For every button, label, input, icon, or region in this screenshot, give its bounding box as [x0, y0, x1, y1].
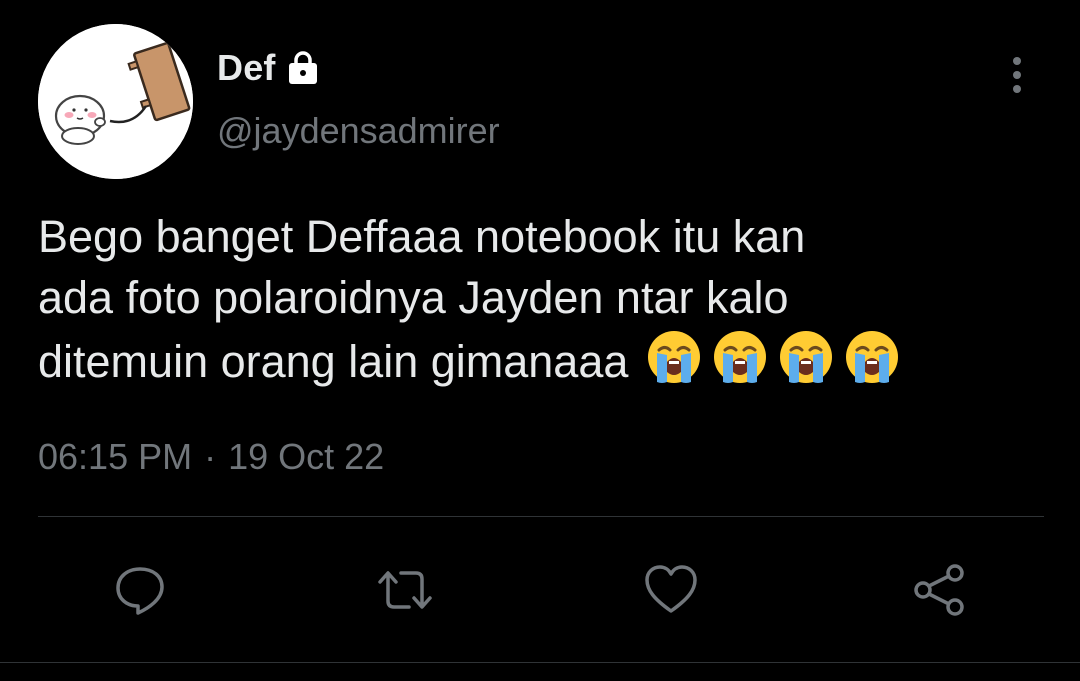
like-icon	[645, 565, 697, 613]
share-button[interactable]	[909, 560, 969, 620]
avatar[interactable]	[38, 24, 193, 179]
user-handle[interactable]: @jaydensadmirer	[217, 110, 500, 152]
like-button[interactable]	[641, 560, 701, 620]
more-vertical-icon[interactable]	[1002, 54, 1032, 96]
retweet-button[interactable]	[375, 560, 435, 620]
divider	[38, 516, 1044, 517]
tweet-timestamp: 06:15 PM · 19 Oct 22	[38, 436, 384, 478]
retweet-icon	[378, 571, 432, 609]
reply-icon	[116, 567, 164, 615]
avatar-illustration	[38, 24, 193, 179]
reply-button[interactable]	[110, 560, 170, 620]
meta-separator: ·	[204, 436, 217, 477]
emoji-group	[645, 328, 901, 386]
loudly-crying-face-icon	[777, 328, 835, 386]
share-icon	[914, 564, 964, 616]
tweet-date[interactable]: 19 Oct 22	[228, 436, 384, 478]
user-header: Def	[217, 44, 322, 92]
loudly-crying-face-icon	[711, 328, 769, 386]
display-name[interactable]: Def	[217, 47, 276, 89]
lock-icon	[284, 49, 322, 87]
tweet-time[interactable]: 06:15 PM	[38, 436, 192, 478]
divider-bottom	[0, 662, 1080, 663]
loudly-crying-face-icon	[645, 328, 703, 386]
tweet-body: Bego banget Deffaaa notebook itu kan ada…	[38, 206, 1048, 392]
loudly-crying-face-icon	[843, 328, 901, 386]
